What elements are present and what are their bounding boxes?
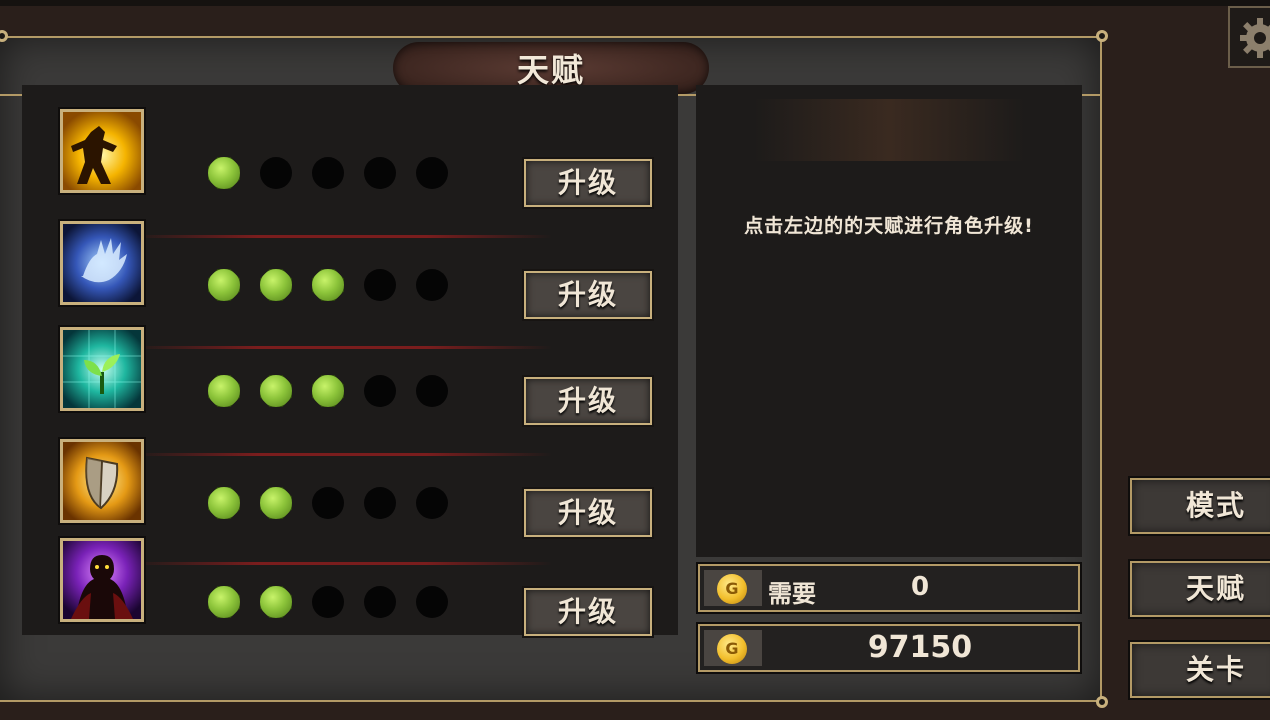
- cost-bar: G 需要 0: [698, 564, 1080, 612]
- level-pip: [416, 157, 448, 189]
- level-pip: [260, 375, 292, 407]
- fire-warrior-icon[interactable]: [60, 109, 144, 193]
- rivet-decoration: [0, 30, 8, 42]
- upgrade-button[interactable]: 升级: [524, 377, 652, 425]
- gear-icon: [1240, 18, 1270, 58]
- upgrade-button[interactable]: 升级: [524, 159, 652, 207]
- level-pip: [364, 487, 396, 519]
- level-pip: [312, 375, 344, 407]
- rivet-decoration: [1096, 30, 1108, 42]
- level-pip: [260, 157, 292, 189]
- top-strip: [0, 0, 1270, 6]
- level-pip: [364, 157, 396, 189]
- upgrade-button[interactable]: 升级: [524, 588, 652, 636]
- talent-button[interactable]: 天赋: [1130, 561, 1270, 617]
- talent-row: 升级: [22, 439, 678, 545]
- level-pip: [416, 487, 448, 519]
- level-pip: [260, 487, 292, 519]
- level-pip: [208, 157, 240, 189]
- gold-balance-value: 97150: [867, 630, 973, 665]
- talent-row: 升级: [22, 109, 678, 215]
- level-pip: [416, 586, 448, 618]
- gold-balance-bar: G 97150: [698, 624, 1080, 672]
- talent-row: 升级: [22, 221, 678, 327]
- level-pip: [364, 375, 396, 407]
- cost-value: 0: [910, 572, 930, 602]
- talent-row: 升级: [22, 327, 678, 433]
- shadow-figure-icon[interactable]: [60, 538, 144, 622]
- level-pip: [260, 586, 292, 618]
- talent-row: 升级: [22, 538, 678, 644]
- level-pip: [208, 487, 240, 519]
- settings-button[interactable]: [1228, 6, 1270, 68]
- level-pip: [312, 487, 344, 519]
- mode-button[interactable]: 模式: [1130, 478, 1270, 534]
- level-pip: [416, 269, 448, 301]
- talent-list: 升级 升级 升级 升级 升级: [22, 85, 678, 636]
- level-pip: [364, 586, 396, 618]
- level-pip: [312, 269, 344, 301]
- level-pip: [312, 157, 344, 189]
- upgrade-button[interactable]: 升级: [524, 271, 652, 319]
- level-pip: [364, 269, 396, 301]
- level-pip: [208, 269, 240, 301]
- info-header-banner: [754, 99, 1024, 161]
- shield-icon[interactable]: [60, 439, 144, 523]
- stage-button[interactable]: 关卡: [1130, 642, 1270, 698]
- level-pip: [208, 375, 240, 407]
- gold-coin-icon: G: [717, 634, 747, 664]
- spirit-hand-icon[interactable]: [60, 221, 144, 305]
- level-pip: [208, 586, 240, 618]
- level-pip: [312, 586, 344, 618]
- cost-label: 需要: [768, 580, 816, 608]
- level-pip: [260, 269, 292, 301]
- upgrade-button[interactable]: 升级: [524, 489, 652, 537]
- sprout-icon[interactable]: [60, 327, 144, 411]
- level-pip: [416, 375, 448, 407]
- rivet-decoration: [1096, 696, 1108, 708]
- gold-coin-icon: G: [717, 574, 747, 604]
- talent-hint-text: 点击左边的的天赋进行角色升级!: [744, 215, 1034, 237]
- talent-info-panel: 点击左边的的天赋进行角色升级!: [696, 85, 1082, 557]
